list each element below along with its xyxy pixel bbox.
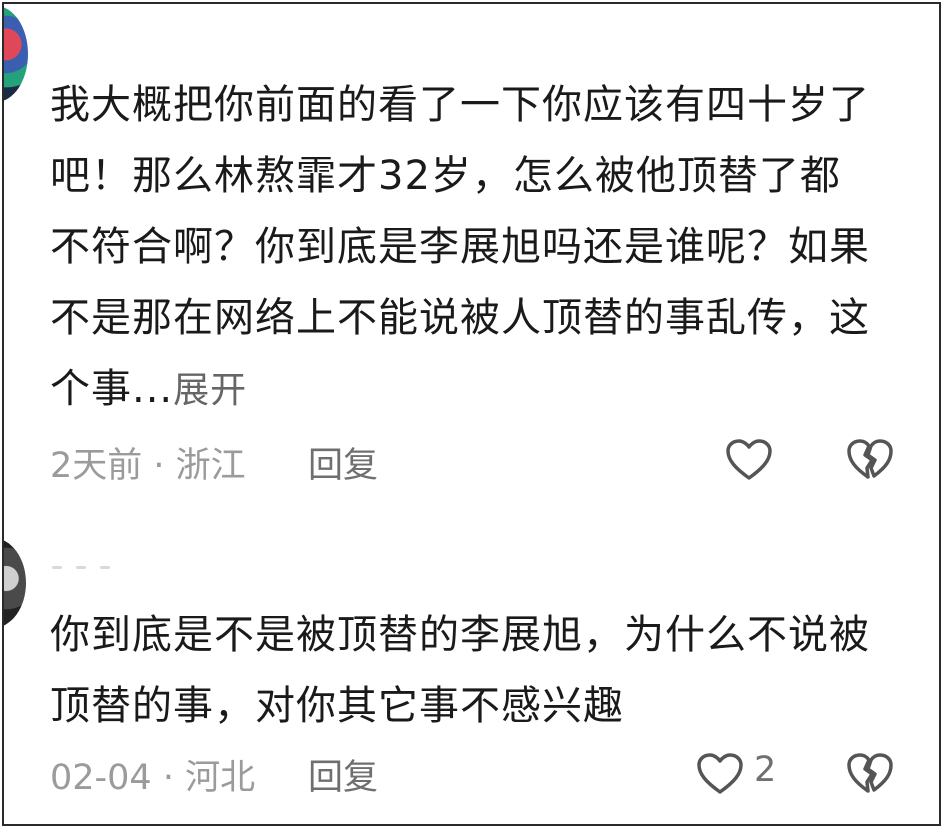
like-count: 2 [754, 750, 777, 790]
broken-heart-icon[interactable] [846, 438, 894, 482]
comment-meta: 2天前 · 浙江 回复 [50, 438, 378, 486]
comment-body: 我大概把你前面的看了一下你应该有四十岁了吧！那么林熬霏才32岁，怎么被他顶替了都… [50, 82, 870, 412]
broken-heart-icon[interactable] [846, 752, 894, 796]
comment-panel: 我大概把你前面的看了一下你应该有四十岁了吧！那么林熬霏才32岁，怎么被他顶替了都… [2, 2, 941, 826]
comment-datetime-location: 2天前 · 浙江 [50, 445, 246, 486]
comment-text[interactable]: 我大概把你前面的看了一下你应该有四十岁了吧！那么林熬霏才32岁，怎么被他顶替了都… [50, 70, 880, 425]
comment-text[interactable]: 你到底是不是被顶替的李展旭，为什么不说被顶替的事，对你其它事不感兴趣 [50, 600, 880, 742]
avatar[interactable] [4, 6, 28, 102]
expand-link[interactable]: 展开 [173, 370, 247, 411]
reply-button[interactable]: 回复 [308, 749, 378, 800]
heart-outline-icon[interactable] [725, 438, 773, 482]
reply-button[interactable]: 回复 [308, 437, 378, 488]
avatar[interactable] [4, 538, 26, 628]
comment-meta: 02-04 · 河北 回复 [50, 750, 378, 798]
username-placeholder [52, 552, 132, 582]
heart-outline-icon[interactable] [696, 752, 744, 796]
comment-datetime-location: 02-04 · 河北 [50, 757, 256, 798]
